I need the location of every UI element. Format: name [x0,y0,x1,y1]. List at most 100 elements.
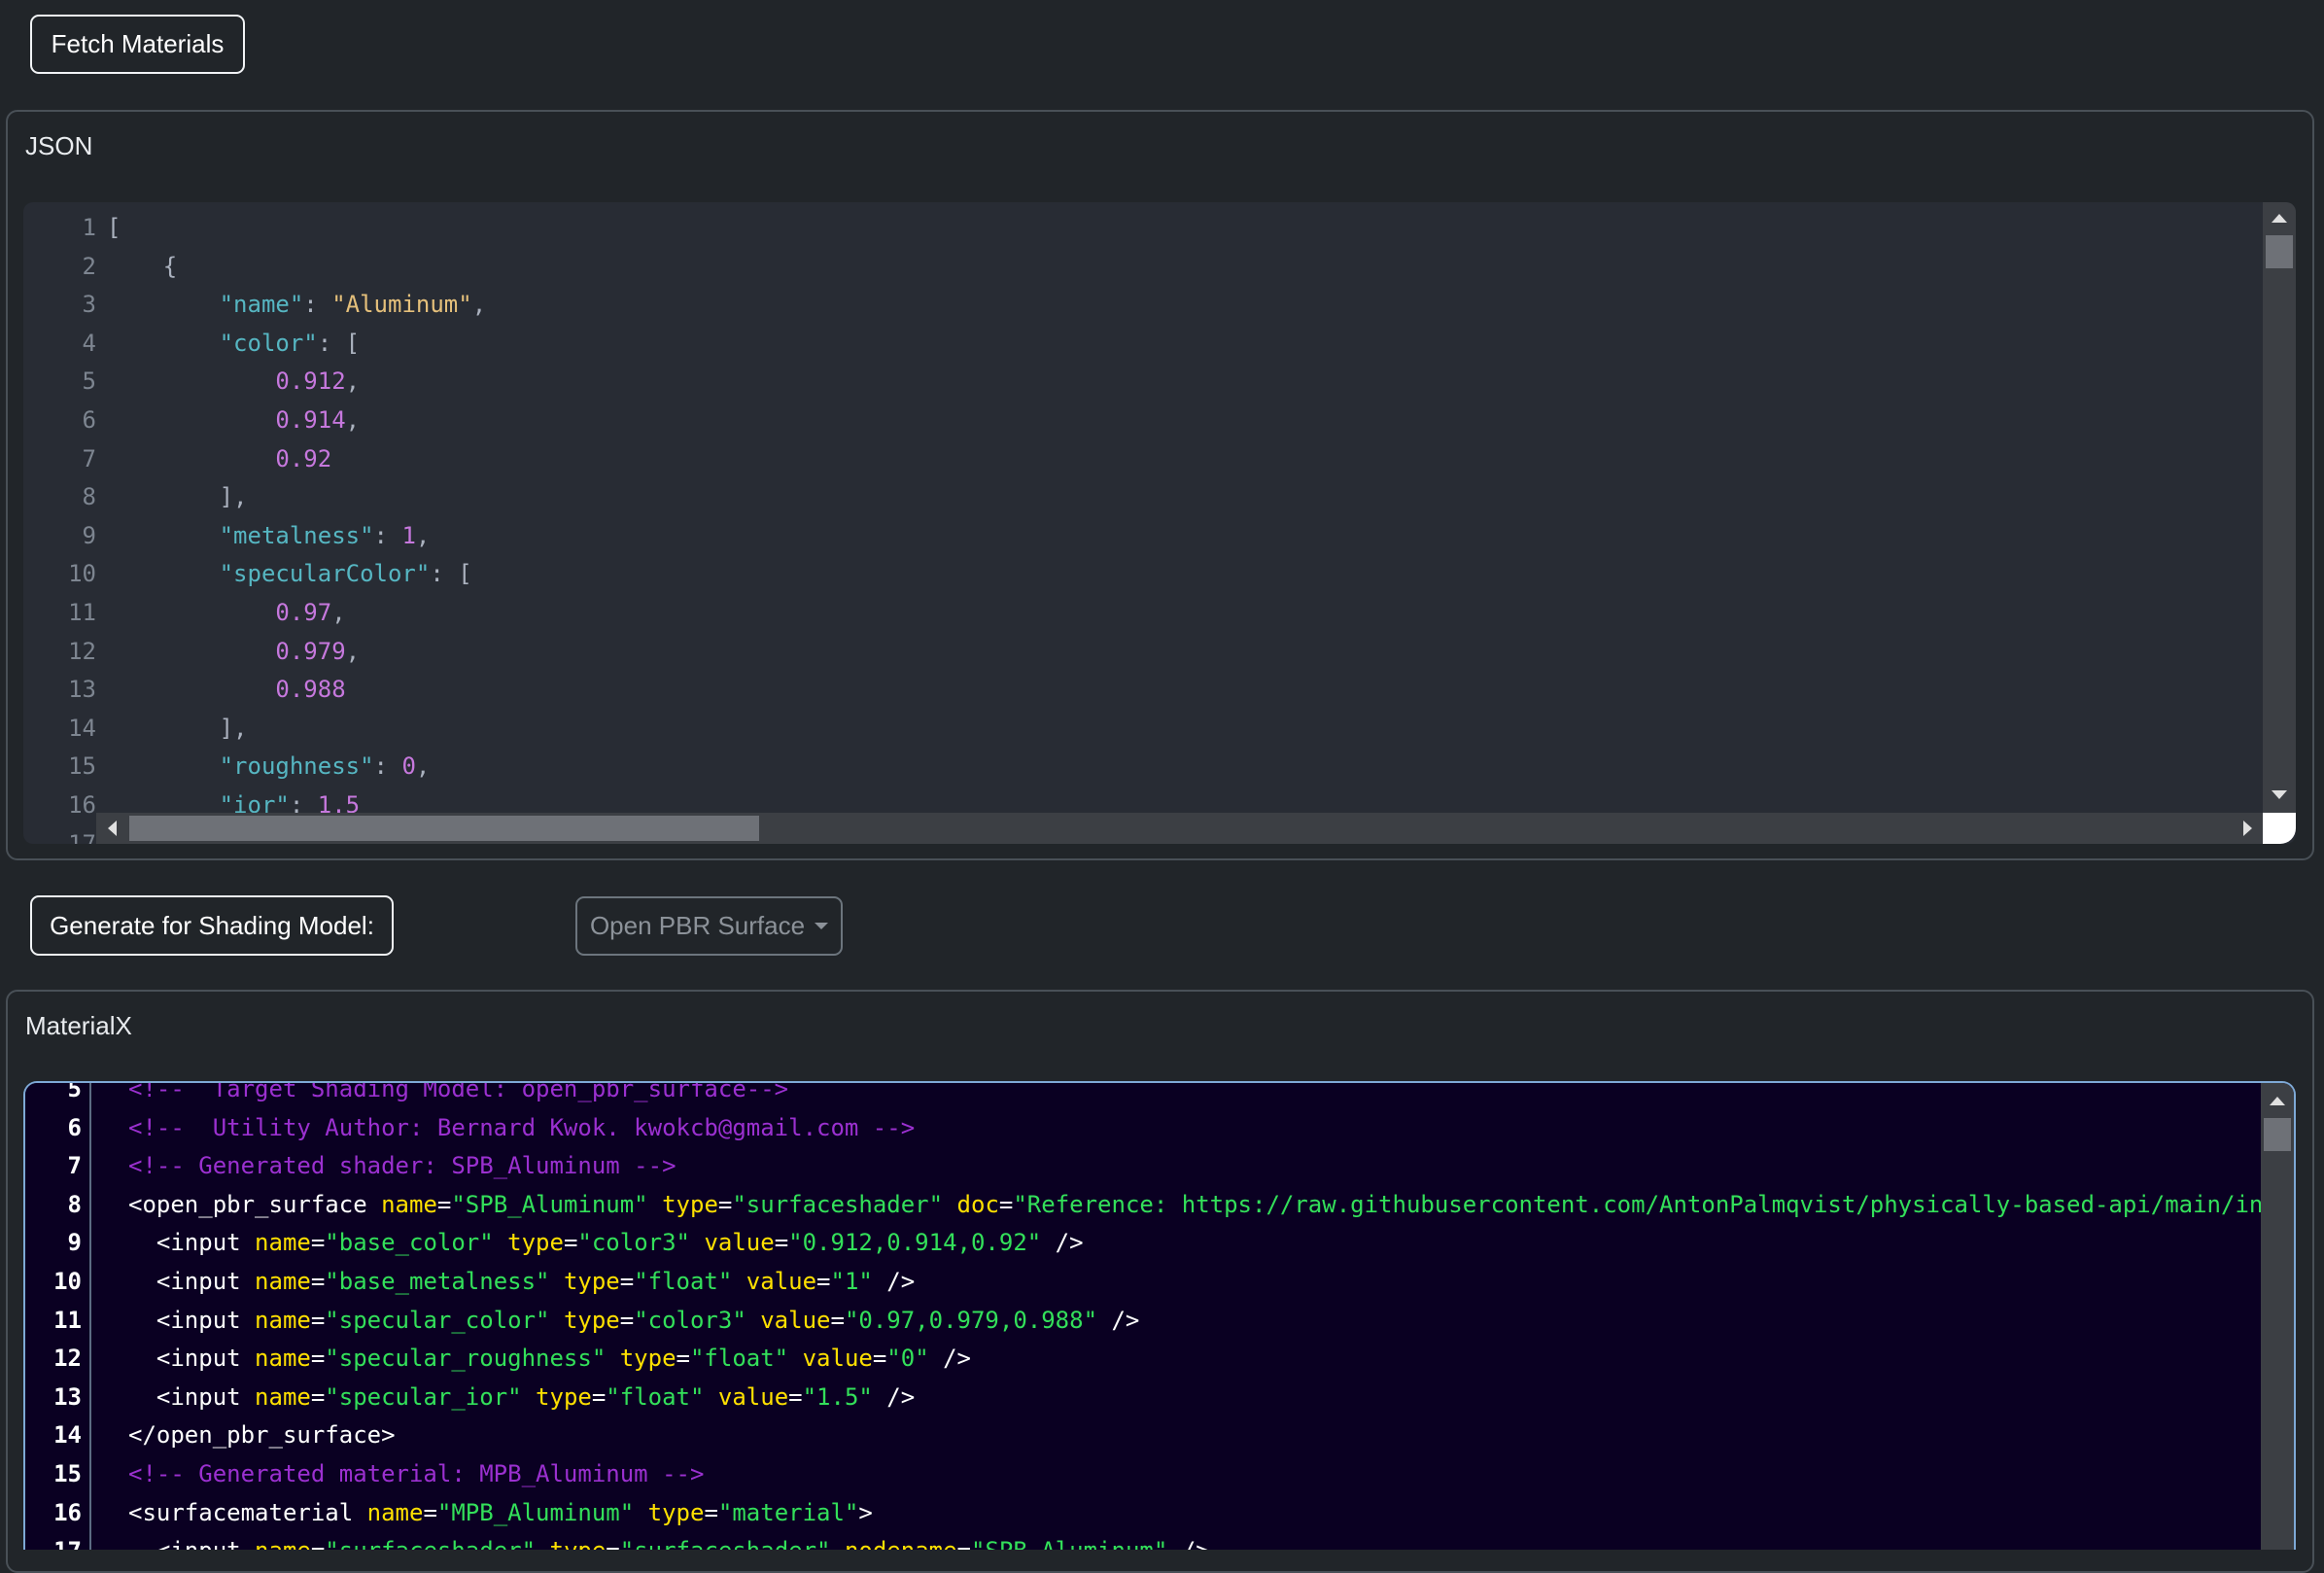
materialx-code-token [606,1345,619,1372]
materialx-code-token [549,1268,563,1295]
materialx-code-line: <!-- Generated shader: SPB_Aluminum --> [128,1152,676,1179]
materialx-code-token: type [563,1268,620,1295]
materialx-line-number: 14 [53,1421,82,1450]
json-code-token [107,676,275,703]
materialx-code-token: = [676,1345,690,1373]
materialx-code-token: = [436,1190,452,1218]
materialx-line-number: 10 [53,1268,82,1295]
materialx-code-token [746,1307,760,1334]
materialx-vertical-scrollbar[interactable] [2261,1083,2294,1550]
materialx-code-token: <input [128,1268,256,1295]
materialx-code-token: = [774,1229,789,1257]
json-line-number: 4 [82,329,96,357]
materialx-code-token: "color3" [577,1229,690,1257]
materialx-code-token: type [507,1229,564,1257]
scroll-left-arrow-icon[interactable] [108,821,117,836]
json-code-token [107,367,275,395]
materialx-code-token: "material" [717,1498,859,1526]
materialx-code-token: /> [1167,1537,1210,1550]
json-line-number: 16 [68,791,96,819]
materialx-code-line: <input name="base_metalness" type="float… [128,1268,915,1295]
json-line-number: 9 [82,521,96,549]
json-line-number: 3 [82,291,96,319]
materialx-code-token: <input [128,1537,255,1550]
materialx-code-token: <input [128,1229,256,1257]
materialx-code-line: <input name="specular_ior" type="float" … [128,1383,915,1411]
materialx-code-token: "surfaceshader" [620,1537,831,1550]
scroll-right-arrow-icon[interactable] [2243,821,2252,836]
materialx-code-token: = [830,1306,845,1334]
json-code-token: , [345,406,361,434]
materialx-code-token: = [310,1382,326,1411]
json-code-line: 0.97, [107,599,345,626]
materialx-code-token: value [746,1268,817,1295]
materialx-line-numbers: 5 6 7 8 9 10 11 12 13 14 15 16 17 [25,1083,91,1550]
materialx-code-token: = [788,1382,803,1411]
materialx-code-token: "Reference: https://raw.githubuserconten… [1013,1190,2264,1218]
materialx-code-editor[interactable]: 5 6 7 8 9 10 11 12 13 14 15 16 17 <!-- Target Shadin… [23,1081,2296,1550]
materialx-code-token: name [255,1537,311,1550]
materialx-code-token: = [872,1345,887,1373]
materialx-code-token: = [619,1268,635,1295]
fetch-materials-button[interactable]: Fetch Materials [30,15,245,74]
json-code-token: "roughness" [219,752,374,781]
materialx-code-token: type [563,1306,620,1334]
json-vertical-scrollbar[interactable] [2263,202,2296,815]
scroll-down-arrow-icon[interactable] [2272,790,2287,799]
scroll-up-arrow-icon[interactable] [2270,1097,2285,1105]
materialx-code-token: /> [1097,1306,1140,1334]
materialx-code-token: "specular_color" [325,1306,550,1334]
json-code-token [107,638,275,665]
json-code-token: , [471,291,487,319]
materialx-code-token: "float" [634,1268,733,1295]
materialx-code-token [494,1229,507,1256]
materialx-code-line: </open_pbr_surface> [128,1421,396,1449]
materialx-code-token: name [255,1306,311,1334]
json-horizontal-scroll-thumb[interactable] [129,816,759,841]
json-code-token: "specularColor" [219,560,431,588]
json-code-line: [ [107,214,121,241]
json-code-token [107,330,220,357]
materialx-code-token: value [760,1306,831,1334]
json-code-line: ], [107,483,248,510]
materialx-code-token: = [310,1229,326,1257]
scroll-up-arrow-icon[interactable] [2272,214,2287,223]
materialx-code-token [704,1383,717,1411]
json-panel-title: JSON [25,131,93,160]
materialx-code-token: <!-- Generated material: MPB_Aluminum --… [128,1460,705,1487]
materialx-code-token: </open_pbr_surface> [128,1421,396,1450]
materialx-code-token: doc [956,1190,999,1218]
materialx-code-token [522,1383,536,1411]
json-vertical-scroll-thumb[interactable] [2266,235,2293,268]
json-code-token: : [ [317,329,361,357]
json-line-numbers: 1 2 3 4 5 6 7 8 9 10 11 12 13 14 15 16 17 [23,202,96,844]
materialx-code-line: <open_pbr_surface name="SPB_Aluminum" ty… [128,1191,2263,1218]
generate-shading-model-button[interactable]: Generate for Shading Model: [30,895,394,956]
materialx-code-token: type [647,1498,705,1526]
json-code-token [107,752,220,780]
materialx-code-token [549,1307,563,1334]
materialx-code-token: "0.97,0.979,0.988" [844,1306,1098,1334]
json-code-token: , [415,521,431,549]
json-line-number: 12 [68,637,96,665]
shading-model-dropdown[interactable]: Open PBR Surface [575,896,843,956]
materialx-code-token: "0" [886,1345,929,1373]
materialx-code-token: = [704,1498,718,1526]
materialx-code-token [788,1345,802,1372]
json-code-editor[interactable]: 1 2 3 4 5 6 7 8 9 10 11 12 13 14 15 16 17 [ { "name": "A… [23,202,2296,844]
materialx-vertical-scroll-thumb[interactable] [2264,1118,2291,1151]
materialx-code-token: type [536,1382,592,1411]
materialx-code-token: "SPB_Aluminum" [971,1537,1167,1550]
materialx-code-token: /> [928,1345,972,1373]
materialx-code-token: value [802,1345,873,1373]
materialx-code-token: type [619,1345,676,1373]
materialx-code-token: "color3" [634,1306,746,1334]
json-horizontal-scrollbar[interactable] [96,813,2263,844]
materialx-code-token: > [858,1498,873,1526]
materialx-code-token: type [550,1537,607,1550]
json-line-number: 10 [68,560,96,588]
materialx-code-token: "SPB_Aluminum" [451,1190,648,1218]
materialx-code-token: name [381,1190,437,1218]
json-code-line: "metalness": 1, [107,521,431,549]
materialx-code-line: <!-- Generated material: MPB_Aluminum --… [128,1460,704,1487]
